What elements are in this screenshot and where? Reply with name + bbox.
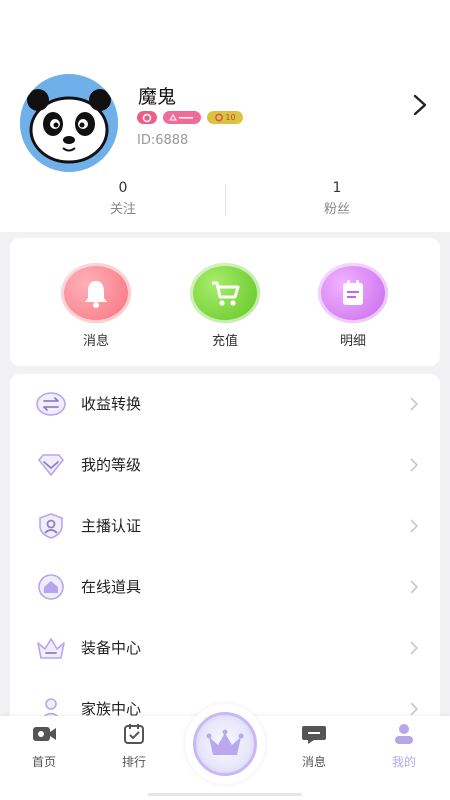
following-stat[interactable]: 0 关注	[63, 176, 183, 220]
level-heart-icon	[215, 113, 224, 122]
quick-actions-card: 消息 充值 明细	[10, 238, 440, 366]
exchange-icon	[36, 392, 66, 416]
user-id: ID:6888	[137, 133, 189, 148]
fans-count: 1	[332, 180, 342, 196]
chevron-right-icon	[410, 580, 419, 594]
menu-item-label: 主播认证	[81, 517, 142, 535]
tab-label: 我的	[391, 755, 416, 769]
user-name: 魔鬼	[138, 86, 177, 108]
diamond-icon	[38, 454, 64, 476]
quick-action-label: 充值	[211, 334, 238, 349]
chevron-right-icon	[410, 397, 419, 411]
verified-user-icon	[39, 513, 63, 539]
quick-action-details[interactable]: 明细	[313, 263, 393, 349]
house-icon	[38, 574, 64, 600]
quick-action-messages[interactable]: 消息	[56, 263, 136, 349]
chat-icon	[302, 726, 326, 744]
menu-item-label: 装备中心	[81, 639, 142, 657]
crown-icon	[37, 638, 65, 659]
vip-badge-icon	[137, 111, 157, 124]
tab-home[interactable]: 首页	[14, 722, 74, 770]
level-number: 10	[225, 113, 236, 122]
avatar[interactable]	[20, 74, 118, 172]
center-button-inner	[193, 712, 257, 776]
bell-icon	[61, 263, 131, 323]
badge-row: 10	[137, 111, 243, 124]
tab-label: 消息	[301, 755, 326, 769]
tab-ranking[interactable]: 排行	[104, 722, 164, 770]
rank-badge-icon	[163, 111, 201, 124]
quick-action-label: 明细	[339, 334, 366, 349]
menu-item-label: 在线道具	[81, 578, 142, 596]
tab-label: 首页	[31, 755, 56, 769]
stats-row: 0 关注 1 粉丝	[0, 176, 450, 226]
menu-item-income-exchange[interactable]: 收益转换	[10, 374, 440, 435]
profile-icon	[395, 724, 413, 744]
menu-item-equipment-center[interactable]: 装备中心	[10, 618, 440, 679]
chevron-right-icon	[410, 458, 419, 472]
tab-mine[interactable]: 我的	[374, 722, 434, 770]
panda-avatar-image	[20, 74, 118, 172]
menu-item-anchor-verification[interactable]: 主播认证	[10, 496, 440, 557]
center-live-button[interactable]	[185, 704, 265, 784]
chevron-right-icon	[410, 519, 419, 533]
quick-action-recharge[interactable]: 充值	[185, 263, 265, 349]
calendar-icon	[318, 263, 388, 323]
following-count: 0	[118, 180, 128, 196]
stats-divider	[225, 184, 226, 216]
level-badge: 10	[207, 111, 243, 124]
menu-item-my-level[interactable]: 我的等级	[10, 435, 440, 496]
menu-item-online-props[interactable]: 在线道具	[10, 557, 440, 618]
following-label: 关注	[109, 202, 136, 217]
crown-icon	[206, 729, 244, 755]
fans-stat[interactable]: 1 粉丝	[277, 176, 397, 220]
profile-header: 魔鬼 10 ID:6888 0 关注 1 粉丝	[0, 0, 450, 232]
cart-icon	[190, 263, 260, 323]
chevron-right-icon	[410, 641, 419, 655]
menu-item-label: 收益转换	[81, 395, 142, 413]
video-icon	[33, 727, 56, 741]
menu-card: 收益转换 我的等级 主播认证 在线道具 装备中心 家族中心	[10, 374, 440, 734]
tab-label: 排行	[121, 755, 146, 769]
chevron-right-icon[interactable]	[405, 90, 435, 120]
home-indicator	[148, 793, 302, 796]
tab-messages[interactable]: 消息	[284, 722, 344, 770]
quick-action-label: 消息	[82, 334, 109, 349]
menu-item-label: 我的等级	[81, 456, 142, 474]
ranking-icon	[124, 724, 144, 744]
fans-label: 粉丝	[323, 202, 350, 217]
